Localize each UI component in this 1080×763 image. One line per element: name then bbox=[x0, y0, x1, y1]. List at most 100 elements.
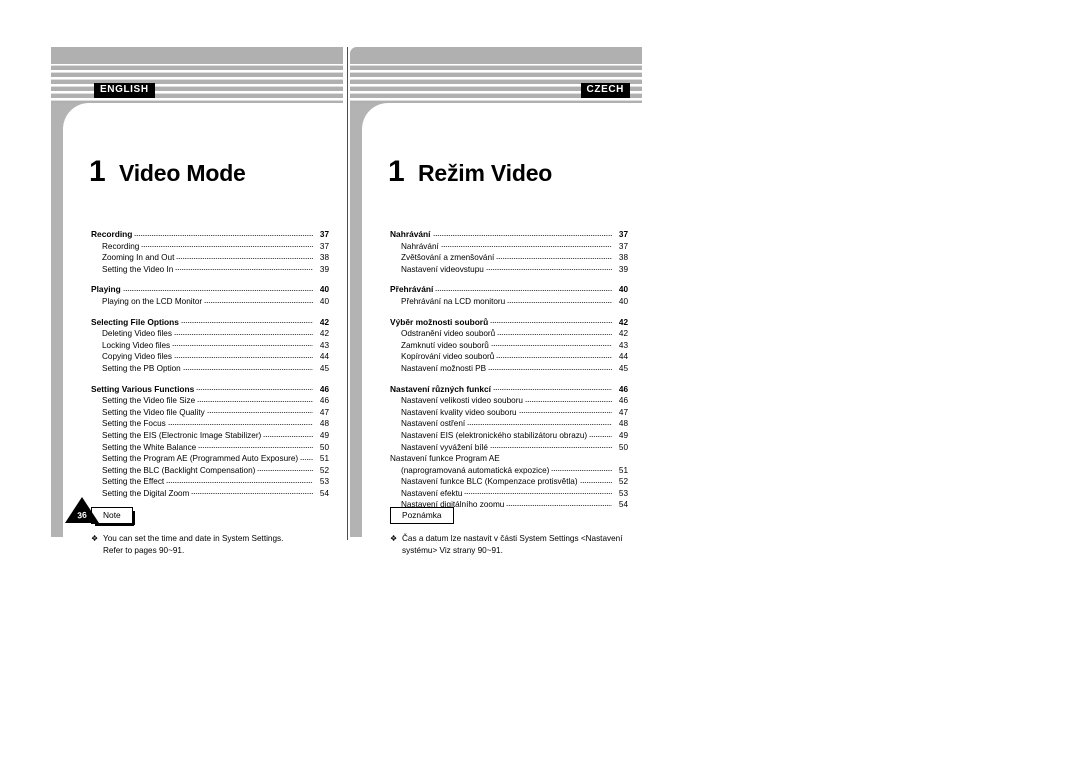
toc-entry-label: Selecting File Options bbox=[91, 316, 179, 327]
chapter-number: 1 bbox=[89, 155, 106, 188]
toc-leader-dots bbox=[173, 353, 313, 361]
toc-entry-page-number: 44 bbox=[618, 352, 628, 362]
toc-section-entry[interactable]: Nastavení různých funkcí 46 bbox=[390, 384, 628, 396]
toc-entry[interactable]: Setting the Digital Zoom 54 bbox=[91, 488, 329, 500]
header-solid-bar bbox=[350, 47, 642, 64]
toc-entry-label: Recording bbox=[91, 229, 133, 239]
toc-leader-dots bbox=[440, 243, 612, 251]
toc-entry[interactable]: Recording 37 bbox=[91, 241, 329, 253]
toc-entry[interactable]: Nastavení vyvážení bílé 50 bbox=[390, 442, 628, 454]
toc-leader-dots bbox=[493, 386, 612, 394]
toc-group: Recording 37 Recording 37 Zooming In and Out… bbox=[91, 229, 329, 275]
toc-leader-dots bbox=[300, 455, 313, 463]
toc-entry[interactable]: Setting the PB Option 45 bbox=[91, 363, 329, 375]
toc-entry-label: Nastavení funkce BLC (Kompenzace protisv… bbox=[401, 477, 578, 487]
toc-entry-page-number: 38 bbox=[319, 253, 329, 263]
toc-entry[interactable]: Setting the Video file Size 46 bbox=[91, 395, 329, 407]
toc-leader-dots bbox=[180, 319, 313, 327]
toc-entry[interactable]: Setting the Program AE (Programmed Auto … bbox=[91, 453, 329, 465]
toc-entry[interactable]: Zvětšování a zmenšování 38 bbox=[390, 252, 628, 264]
english-header-band: ENGLISH bbox=[51, 47, 343, 103]
toc-entry-label: Nastavení EIS (elektronického stabilizát… bbox=[401, 430, 588, 440]
toc-entry[interactable]: Nastavení ostření 48 bbox=[390, 418, 628, 430]
toc-entry-page-number: 42 bbox=[618, 329, 628, 339]
toc-section-entry[interactable]: Playing 40 bbox=[91, 284, 329, 296]
toc-entry[interactable]: Nastavení efektu 53 bbox=[390, 488, 628, 500]
toc-entry[interactable]: Zooming In and Out 38 bbox=[91, 252, 329, 264]
toc-entry[interactable]: (naprogramovaná automatická expozice) 51 bbox=[390, 465, 628, 477]
toc-section-entry[interactable]: Přehrávání 40 bbox=[390, 284, 628, 296]
note-line-1: You can set the time and date in System … bbox=[103, 534, 284, 543]
toc-entry-label: Setting the Video file Quality bbox=[102, 407, 205, 417]
english-chapter-heading: 1 Video Mode bbox=[89, 157, 246, 188]
toc-leader-dots bbox=[488, 365, 612, 373]
chapter-title: Režim Video bbox=[418, 160, 553, 186]
toc-entry[interactable]: Setting the Video file Quality 47 bbox=[91, 407, 329, 419]
toc-entry-page-number: 45 bbox=[618, 363, 628, 373]
toc-entry[interactable]: Zamknutí video souborů 43 bbox=[390, 340, 628, 352]
toc-entry-page-number: 43 bbox=[319, 340, 329, 350]
toc-section-entry[interactable]: Výběr možnosti souborů 42 bbox=[390, 317, 628, 329]
toc-entry[interactable]: Nahrávání 37 bbox=[390, 241, 628, 253]
note-body: ❖ You can set the time and date in Syste… bbox=[91, 533, 331, 556]
toc-entry[interactable]: Setting the Effect 53 bbox=[91, 476, 329, 488]
toc-section-entry[interactable]: Setting Various Functions 46 bbox=[91, 384, 329, 396]
toc-leader-dots bbox=[464, 490, 612, 498]
toc-entry[interactable]: Setting the White Balance 50 bbox=[91, 442, 329, 454]
toc-leader-dots bbox=[134, 231, 313, 239]
toc-entry[interactable]: Nastavení možnosti PB 45 bbox=[390, 363, 628, 375]
toc-entry[interactable]: Přehrávání na LCD monitoru 40 bbox=[390, 296, 628, 308]
toc-entry[interactable]: Nastavení funkce Program AE bbox=[390, 453, 628, 465]
toc-entry[interactable]: Odstranění video souborů 42 bbox=[390, 328, 628, 340]
toc-entry-page-number: 48 bbox=[319, 419, 329, 429]
toc-entry[interactable]: Nastavení velikosti video souboru 46 bbox=[390, 395, 628, 407]
toc-leader-dots bbox=[485, 266, 612, 274]
toc-entry[interactable]: Playing on the LCD Monitor 40 bbox=[91, 296, 329, 308]
toc-entry-page-number: 40 bbox=[319, 296, 329, 306]
toc-entry-label: Nastavení různých funkcí bbox=[390, 383, 491, 394]
toc-section-entry[interactable]: Recording 37 bbox=[91, 229, 329, 241]
toc-leader-dots bbox=[502, 456, 612, 463]
toc-group: Přehrávání 40 Přehrávání na LCD monitoru 40 bbox=[390, 284, 628, 307]
toc-entry-label: Setting the Program AE (Programmed Auto … bbox=[102, 454, 299, 464]
toc-entry-page-number: 47 bbox=[319, 407, 329, 417]
toc-group: Playing 40 Playing on the LCD Monitor 40 bbox=[91, 284, 329, 307]
note-line-2: systému> Viz strany 90~91. bbox=[402, 545, 503, 555]
czech-table-of-contents: Nahrávání 37 Nahrávání 37 Zvětšování a zmenš… bbox=[390, 229, 628, 511]
toc-entry-page-number: 43 bbox=[618, 340, 628, 350]
toc-entry[interactable]: Locking Video files 43 bbox=[91, 340, 329, 352]
toc-leader-dots bbox=[518, 409, 612, 417]
toc-entry[interactable]: Kopírování video souborů 44 bbox=[390, 351, 628, 363]
czech-page: CZECH 1 Režim Video Nahrávání 37 Nahrávání… bbox=[350, 47, 642, 555]
toc-entry-label: Recording bbox=[102, 241, 140, 251]
toc-entry[interactable]: Nastavení videovstupu 39 bbox=[390, 264, 628, 276]
toc-entry[interactable]: Setting the Focus 48 bbox=[91, 418, 329, 430]
toc-entry[interactable]: Copying Video files 44 bbox=[91, 351, 329, 363]
toc-leader-dots bbox=[122, 286, 313, 294]
chapter-title: Video Mode bbox=[119, 160, 246, 186]
toc-entry[interactable]: Setting the EIS (Electronic Image Stabil… bbox=[91, 430, 329, 442]
toc-leader-dots bbox=[182, 365, 313, 373]
toc-entry[interactable]: Nastavení funkce BLC (Kompenzace protisv… bbox=[390, 476, 628, 488]
toc-leader-dots bbox=[166, 478, 313, 486]
toc-group: Selecting File Options 42 Deleting Video f… bbox=[91, 317, 329, 375]
toc-entry[interactable]: Setting the Video In 39 bbox=[91, 264, 329, 276]
toc-entry-page-number: 40 bbox=[618, 296, 628, 306]
toc-entry[interactable]: Setting the BLC (Backlight Compensation)… bbox=[91, 465, 329, 477]
page-number-badge: 36 bbox=[65, 497, 99, 523]
toc-entry[interactable]: Deleting Video files 42 bbox=[91, 328, 329, 340]
english-table-of-contents: Recording 37 Recording 37 Zooming In and Out… bbox=[91, 229, 329, 499]
toc-entry-page-number: 47 bbox=[618, 407, 628, 417]
toc-entry-label: Copying Video files bbox=[102, 352, 172, 362]
note-bullet-icon: ❖ bbox=[390, 534, 398, 543]
toc-entry-page-number: 45 bbox=[319, 363, 329, 373]
toc-entry[interactable]: Nastavení EIS (elektronického stabilizát… bbox=[390, 430, 628, 442]
toc-entry[interactable]: Nastavení kvality video souboru 47 bbox=[390, 407, 628, 419]
czech-content-card: 1 Režim Video Nahrávání 37 Nahrávání 37 Zvět… bbox=[362, 103, 642, 555]
toc-section-entry[interactable]: Selecting File Options 42 bbox=[91, 317, 329, 329]
header-solid-bar bbox=[51, 47, 343, 64]
toc-section-entry[interactable]: Nahrávání 37 bbox=[390, 229, 628, 241]
toc-leader-dots bbox=[176, 254, 313, 262]
english-content-card: 1 Video Mode Recording 37 Recording 37 Zoomi… bbox=[63, 103, 343, 555]
czech-header-band: CZECH bbox=[350, 47, 642, 103]
